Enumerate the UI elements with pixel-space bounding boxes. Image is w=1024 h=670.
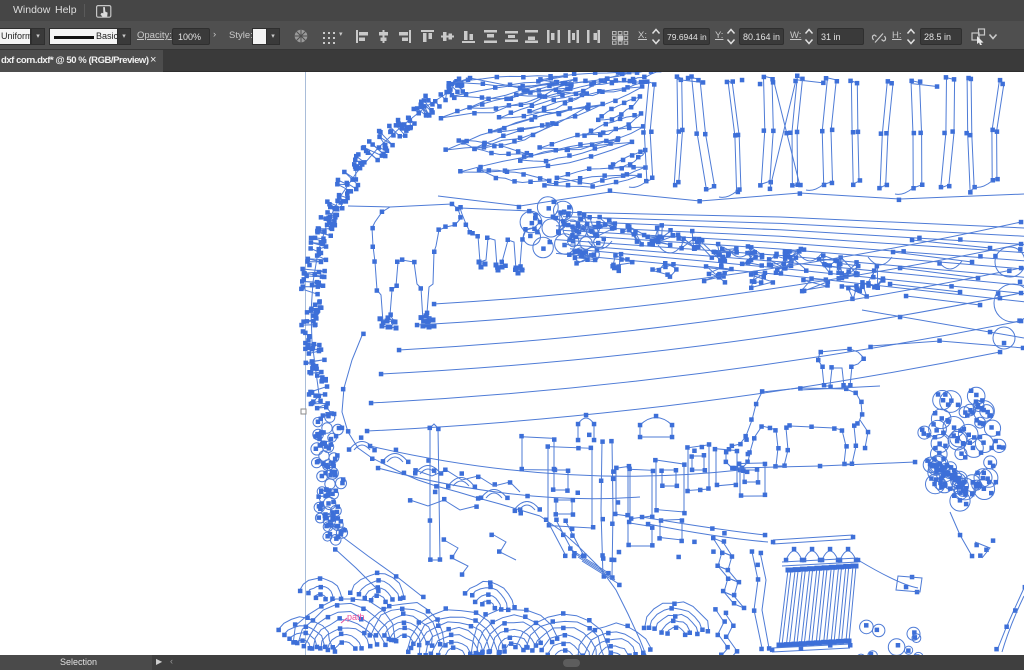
svg-text:path: path <box>347 612 365 622</box>
